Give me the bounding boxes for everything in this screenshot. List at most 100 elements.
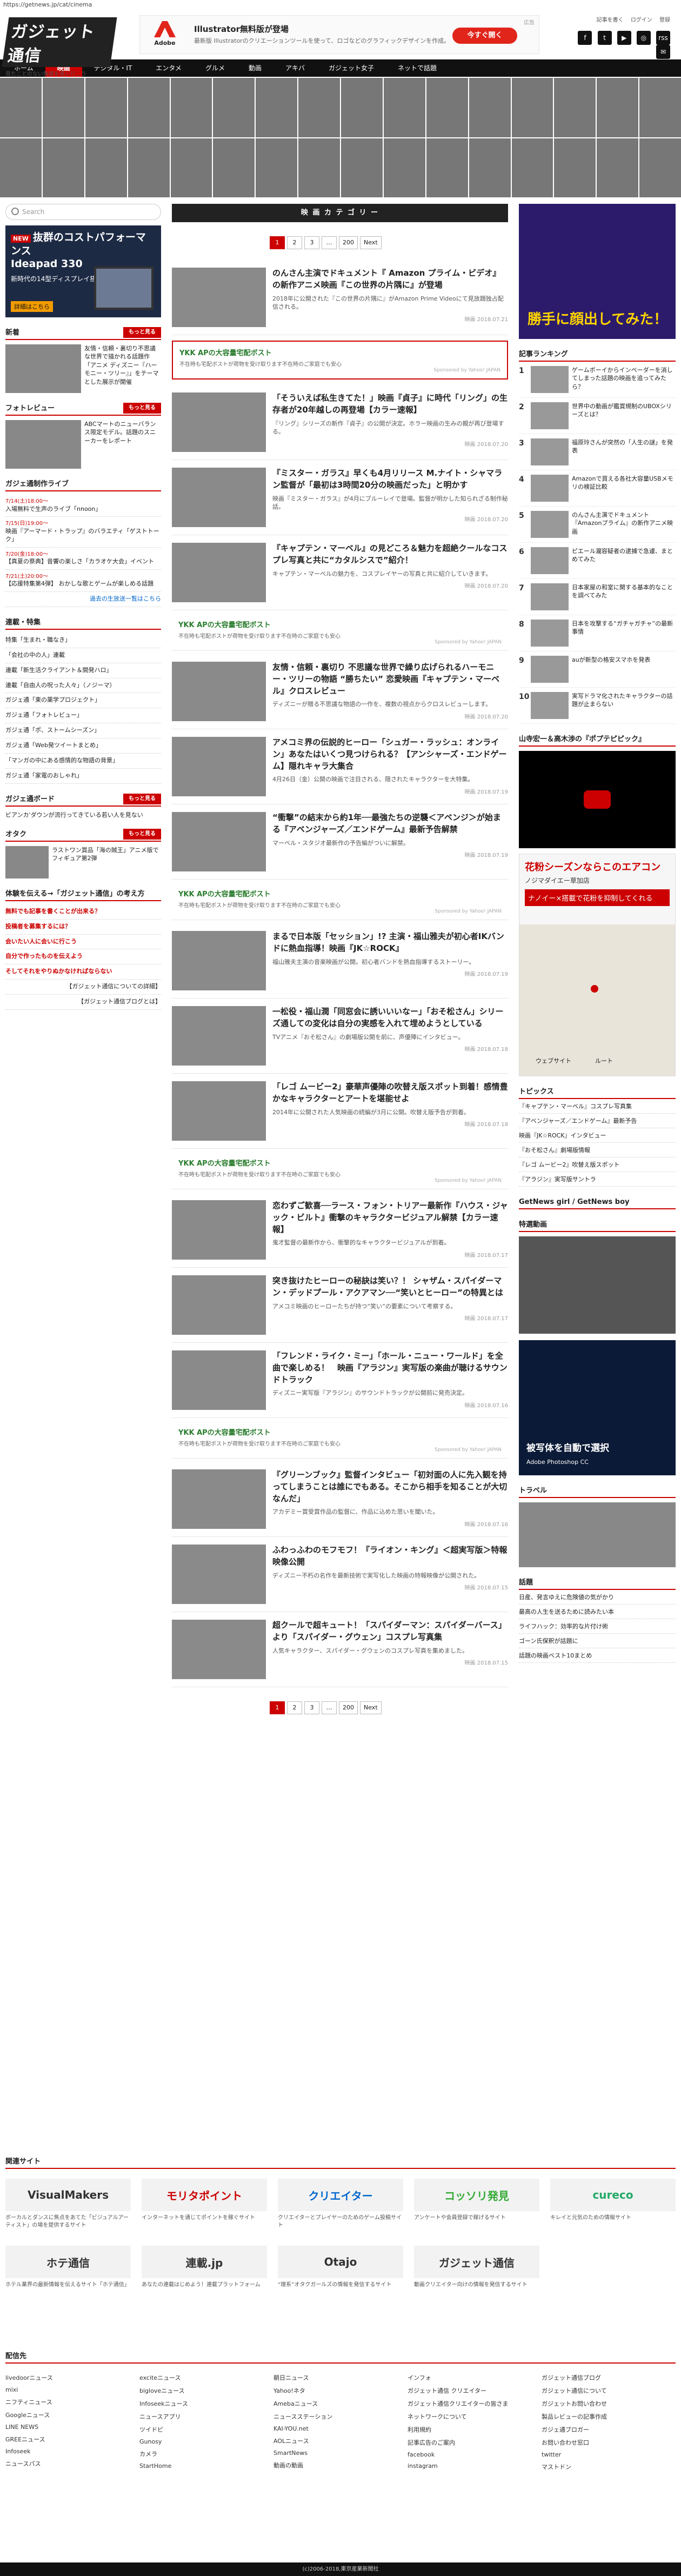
list-item[interactable]: 日産、発言ゆえに危険値の気がかり [519, 1590, 676, 1605]
list-item[interactable]: 『レゴ ムービー2』吹替え版スポット [519, 1157, 676, 1172]
sponsored-post[interactable]: YKK APの大容量宅配ボスト 不在時も宅配ボストが荷物を受け取ります不在時のご… [172, 1152, 508, 1189]
footer-link[interactable]: SmartNews [273, 2447, 408, 2459]
footer-link[interactable]: ツイドビ [139, 2423, 273, 2436]
otaku-more-button[interactable]: もっと見る [123, 828, 161, 840]
footer-link[interactable]: AOLニュース [273, 2434, 408, 2447]
sponsored-post[interactable]: YKK APの大容量宅配ボスト 不在時も宅配ボストが荷物を受け取ります不在時のご… [172, 1421, 508, 1459]
list-item[interactable]: 『アベンジャーズ／エンドゲーム』最新予告 [519, 1114, 676, 1128]
play-icon[interactable] [584, 790, 611, 809]
related-site[interactable]: ホテ通信 ホテル業界の最新情報を伝えるサイト「ホテ通信」 [5, 2246, 131, 2289]
related-site[interactable]: ガジェット通信 動画クリエイター向けの情報を発信するサイト [414, 2246, 539, 2289]
url-bar[interactable]: https://getnews.jp/cat/cinema [0, 0, 681, 10]
photo-thumb[interactable] [42, 78, 84, 137]
list-item[interactable]: 「会社の中の人」連載 [5, 648, 161, 663]
photo-thumb[interactable] [0, 78, 42, 137]
list-item[interactable]: そしてそれをやりぬかなければならない [5, 964, 161, 980]
footer-link[interactable]: マストドン [542, 2460, 676, 2473]
related-site[interactable]: 連載.jp あなたの連載はじめよう！連載プラットフォーム [142, 2246, 267, 2289]
footer-link[interactable]: 製品レビューの記事作成 [542, 2410, 676, 2423]
captain-marvel-ad[interactable]: 勝手に顔出してみた！ [519, 204, 676, 339]
footer-link[interactable]: ニフティニュース [5, 2395, 139, 2408]
list-item[interactable]: 映画『JK☆ROCK』インタビュー [519, 1128, 676, 1143]
nav-gourmet[interactable]: グルメ [193, 59, 237, 77]
article-item[interactable]: ふわっふわのモフモフ！『ライオン・キング』＜超実写版＞特報映像公開 ディズニー不… [172, 1537, 508, 1612]
footer-link[interactable]: 記事広告のご案内 [408, 2436, 542, 2449]
news-more-button[interactable]: もっと見る [123, 327, 161, 338]
article-title[interactable]: 「フレンド・ライク・ミー」「ホール・ニュー・ワールド」を全曲で楽しめる！ 映画『… [272, 1350, 508, 1386]
article-item[interactable]: 超クールで超キュート！「スパイダーマン：スパイダーバース」より「スパイダー・グウ… [172, 1612, 508, 1687]
photo-thumb[interactable] [597, 138, 639, 197]
related-site[interactable]: VisualMakers ボーカルとダンスに焦点をあてた「ビジュアルアーティスト」… [5, 2179, 131, 2229]
map-ad[interactable]: 花粉シーズンならこのエアコン ノジマダイエー草加店 ナノイー×搭載で花粉を抑制し… [519, 854, 676, 1076]
footer-link[interactable]: ガジェット通信 クリエイター [408, 2384, 542, 2397]
list-item[interactable]: 最高の人生を送るために読みたい本 [519, 1605, 676, 1619]
article-title[interactable]: 一松役・福山潤「同窓会に誘いいいなー」「おそ松さん」シリーズ通しての変化は自分の… [272, 1006, 508, 1030]
ad-detail-link[interactable]: 詳細はこちら [11, 301, 53, 312]
photo-thumb[interactable] [341, 138, 383, 197]
photo-thumb[interactable] [426, 78, 468, 137]
footer-link[interactable]: LINE NEWS [5, 2421, 139, 2433]
list-item[interactable]: 「マンガの中にある感情的な物語の背景」 [5, 754, 161, 769]
footer-link[interactable]: KAI-YOU.net [273, 2423, 408, 2434]
footer-link[interactable]: bigloveニュース [139, 2384, 273, 2397]
search-input[interactable]: Search [5, 204, 161, 220]
page-200[interactable]: 200 [339, 236, 358, 249]
related-site[interactable]: クリエイター クリエイターとプレイヤーのためのゲーム投稿サイト [278, 2179, 403, 2229]
photo-thumb[interactable] [0, 138, 42, 197]
footer-link[interactable]: Infoseekニュース [139, 2397, 273, 2410]
list-item[interactable]: ライフハック：効率的な片付け術 [519, 1619, 676, 1634]
article-item[interactable]: 『ミスター・ガラス』早くも4月リリース M.ナイト・シャマラン監督が「最初は3時… [172, 460, 508, 535]
page-next[interactable]: Next [360, 236, 382, 249]
article-title[interactable]: 『ミスター・ガラス』早くも4月リリース M.ナイト・シャマラン監督が「最初は3時… [272, 468, 508, 491]
footer-link[interactable]: StartHome [139, 2460, 273, 2472]
ad-open-button[interactable]: 今すぐ開く [452, 28, 517, 44]
photo-thumb[interactable] [256, 138, 298, 197]
photo-thumb[interactable] [85, 78, 127, 137]
article-item[interactable]: まるで日本版「セッション」!? 主演・福山雅夫が初心者IKバンドに熱血指導！映画… [172, 923, 508, 999]
article-item[interactable]: 友情・信頼・裏切り 不思議な世界で繰り広げられるハーモニー・ツリーの物語 “勝ち… [172, 654, 508, 729]
live-more-link[interactable]: 過去の生放送一覧はこちら [5, 592, 161, 608]
site-logo[interactable]: ガジェット通信 見たことのない角度を見に行こう [2, 17, 117, 77]
footer-link[interactable]: ニュースパス [5, 2457, 139, 2470]
list-item[interactable]: 連載「新生活クライアント＆開発ハロ」 [5, 663, 161, 678]
footer-link[interactable]: livedoorニュース [5, 2371, 139, 2384]
photo-thumb[interactable] [469, 78, 511, 137]
footer-link[interactable]: 利用規約 [408, 2423, 542, 2436]
article-title[interactable]: アメコミ界の伝説的ヒーロー「シュガー・ラッシュ：オンライン」あなたはいくつ見つけ… [272, 737, 508, 772]
sponsored-post[interactable]: YKK APの大容量宅配ボスト 不在時も宅配ボストが荷物を受け取ります不在時のご… [172, 341, 508, 380]
article-item[interactable]: 突き抜けたヒーローの秘訣は笑い？！ シャザム・スパイダーマン・デッドプール・アク… [172, 1268, 508, 1343]
video-player[interactable] [519, 751, 676, 848]
photo-thumb[interactable] [639, 78, 681, 137]
instagram-icon[interactable]: ◎ [636, 31, 651, 45]
mail-icon[interactable]: ✉ [656, 45, 670, 59]
ranking-item[interactable]: 10 実写ドラマ化されたキャラクターの話題が止まらない [519, 688, 676, 724]
footer-link[interactable]: Gunosy [139, 2436, 273, 2447]
photo-thumb[interactable] [426, 138, 468, 197]
photo-thumb[interactable] [298, 78, 340, 137]
list-item[interactable]: 話題の映画ベスト10まとめ [519, 1648, 676, 1663]
article-item[interactable]: “衝撃”の結末から約1年──最強たちの逆襲＜アベンジ＞が始まる『アベンジャーズ／… [172, 804, 508, 880]
photo-thumb[interactable] [128, 138, 170, 197]
page-2[interactable]: 2 [287, 1701, 302, 1714]
footer-link[interactable]: ガジェット通信クリエイターの皆さま [408, 2397, 542, 2410]
footer-link[interactable]: ニュースステーション [273, 2410, 408, 2423]
rss-icon[interactable]: rss [656, 31, 670, 45]
sponsored-post[interactable]: YKK APの大容量宅配ボスト 不在時も宅配ボストが荷物を受け取ります不在時のご… [172, 614, 508, 651]
footer-link[interactable]: Infoseek [5, 2446, 139, 2457]
footer-link[interactable]: インフォ [408, 2371, 542, 2384]
footer-link[interactable]: facebook [408, 2449, 542, 2460]
footer-link[interactable]: ガジェット通信について [542, 2384, 676, 2397]
photo-thumb[interactable] [256, 78, 298, 137]
photo-thumb[interactable] [383, 78, 425, 137]
page-3[interactable]: 3 [304, 1701, 319, 1714]
news-item[interactable]: 友情・信頼・裏切り不思議な世界で描かれる話題作「アニメ ディズニー『ハーモニー・… [5, 344, 161, 393]
nav-video[interactable]: 動画 [237, 59, 273, 77]
related-site[interactable]: モリタポイント インターネットを通じてポイントを稼ぐサイト [142, 2179, 267, 2229]
list-item[interactable]: 自分で作ったものを伝えよう [5, 949, 161, 965]
photo-thumb[interactable] [554, 138, 596, 197]
article-title[interactable]: “衝撃”の結末から約1年──最強たちの逆襲＜アベンジ＞が始まる『アベンジャーズ／… [272, 812, 508, 836]
article-item[interactable]: 「レゴ ムービー2」豪華声優陣の吹替え版スポット到着！感情豊かなキャラクターとア… [172, 1074, 508, 1149]
footer-link[interactable]: GREEニュース [5, 2433, 139, 2446]
youtube-icon[interactable]: ▶ [617, 31, 631, 45]
article-title[interactable]: 『キャプテン・マーベル』の見どころ＆魅力を超絶クールなコスプレ写真と共に“カタル… [272, 543, 508, 567]
